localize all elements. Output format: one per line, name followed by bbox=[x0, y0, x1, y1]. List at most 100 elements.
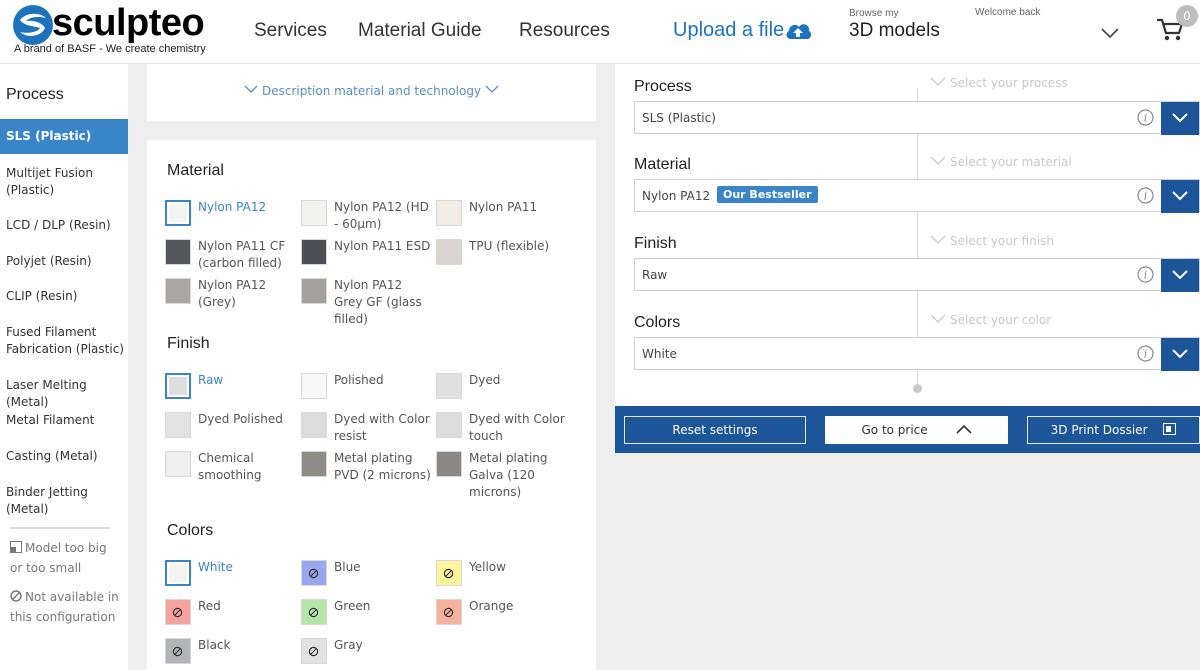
colors-dropdown-button[interactable] bbox=[1161, 338, 1199, 371]
options-card: Material Nylon PA12 Nylon PA12 (HD - 60µ… bbox=[147, 140, 596, 670]
process-item-metal-filament[interactable]: Metal Filament bbox=[0, 412, 128, 429]
info-icon[interactable]: i bbox=[1137, 187, 1154, 204]
process-item-multijet[interactable]: Multijet Fusion (Plastic) bbox=[0, 165, 128, 199]
process-item-lcd-dlp[interactable]: LCD / DLP (Resin) bbox=[0, 217, 128, 234]
not-available-icon bbox=[308, 646, 319, 657]
colors-hint-text: Select your color bbox=[950, 313, 1052, 327]
info-icon[interactable]: i bbox=[1137, 345, 1154, 362]
material-swatch bbox=[436, 200, 462, 226]
nav-material-guide[interactable]: Material Guide bbox=[358, 20, 482, 42]
sidebar-divider bbox=[10, 527, 110, 529]
color-option-label: Black bbox=[198, 638, 231, 652]
process-item-laser-melting[interactable]: Laser Melting (Metal) bbox=[0, 377, 128, 411]
stepper-dot bbox=[913, 384, 922, 393]
material-select[interactable]: Nylon PA12 Our Bestseller i bbox=[634, 179, 1200, 213]
finish-option-label: Metal plating PVD (2 microns) bbox=[334, 451, 431, 482]
process-item-polyjet[interactable]: Polyjet (Resin) bbox=[0, 253, 128, 270]
finish-swatch bbox=[301, 373, 327, 399]
bestseller-badge: Our Bestseller bbox=[717, 186, 818, 203]
svg-text:i: i bbox=[1144, 190, 1148, 203]
colors-select-value: White bbox=[642, 347, 677, 361]
not-available-icon bbox=[172, 646, 183, 657]
chevron-down-icon bbox=[930, 156, 946, 165]
process-hint: Select your process bbox=[930, 76, 1068, 90]
upload-file-link[interactable]: Upload a file bbox=[673, 19, 784, 42]
resize-box-icon bbox=[10, 541, 22, 553]
chevron-down-icon bbox=[930, 77, 946, 86]
material-select-value: Nylon PA12 bbox=[642, 189, 711, 203]
go-to-price-button[interactable]: Go to price bbox=[825, 416, 1008, 444]
color-swatch bbox=[301, 560, 327, 586]
color-option-label: White bbox=[198, 560, 233, 574]
process-item-ffm[interactable]: Fused Filament Fabrication (Plastic) bbox=[0, 324, 128, 358]
nav-services[interactable]: Services bbox=[254, 20, 327, 42]
finish-section-title: Finish bbox=[167, 335, 210, 352]
material-swatch bbox=[436, 239, 462, 265]
not-available-icon bbox=[308, 607, 319, 618]
material-option-label: TPU (flexible) bbox=[469, 239, 550, 253]
print-dossier-label: 3D Print Dossier bbox=[1050, 423, 1148, 437]
cloud-upload-icon[interactable] bbox=[784, 19, 812, 41]
process-item-sls[interactable]: SLS (Plastic) bbox=[0, 119, 128, 154]
print-dossier-button[interactable]: 3D Print Dossier bbox=[1027, 416, 1200, 444]
colors-select[interactable]: White i bbox=[634, 337, 1200, 371]
chevron-down-icon bbox=[1172, 113, 1188, 123]
material-option-label: Nylon PA11 CF (carbon filled) bbox=[198, 239, 286, 270]
finish-option-label: Polished bbox=[334, 373, 384, 387]
colors-hint: Select your color bbox=[930, 313, 1051, 327]
material-dropdown-button[interactable] bbox=[1161, 180, 1199, 213]
material-option-label: Nylon PA12 (Grey) bbox=[198, 278, 267, 309]
color-option-label: Blue bbox=[334, 560, 361, 574]
not-available-icon bbox=[172, 607, 183, 618]
color-swatch bbox=[436, 599, 462, 625]
color-option-label: Red bbox=[198, 599, 221, 613]
color-swatch bbox=[436, 560, 462, 586]
material-section-title: Material bbox=[167, 162, 224, 179]
sculpteo-logo[interactable]: sculpteo A brand of BASF - We create che… bbox=[12, 2, 212, 60]
go-to-price-label: Go to price bbox=[861, 423, 928, 437]
description-card: Description material and technology bbox=[147, 64, 596, 121]
process-select-value: SLS (Plastic) bbox=[642, 111, 716, 125]
material-option-label: Nylon PA11 bbox=[469, 200, 538, 214]
finish-option-label: Dyed bbox=[469, 373, 501, 387]
reset-settings-button[interactable]: Reset settings bbox=[624, 416, 806, 444]
info-icon[interactable]: i bbox=[1137, 109, 1154, 126]
finish-select[interactable]: Raw i bbox=[634, 258, 1200, 292]
finish-swatch bbox=[165, 373, 191, 399]
process-hint-text: Select your process bbox=[950, 76, 1068, 90]
material-hint: Select your material bbox=[930, 155, 1072, 169]
process-item-clip[interactable]: CLIP (Resin) bbox=[0, 288, 128, 305]
info-icon[interactable]: i bbox=[1137, 266, 1154, 283]
finish-hint-text: Select your finish bbox=[950, 234, 1054, 248]
finish-dropdown-button[interactable] bbox=[1161, 259, 1199, 292]
nav-resources[interactable]: Resources bbox=[519, 20, 610, 42]
color-swatch bbox=[165, 560, 191, 586]
my-3d-models-link[interactable]: 3D models bbox=[849, 20, 940, 42]
color-swatch bbox=[165, 638, 191, 664]
not-available-icon bbox=[443, 607, 454, 618]
color-swatch bbox=[165, 599, 191, 625]
process-item-binder-jetting[interactable]: Binder Jetting (Metal) bbox=[0, 484, 128, 518]
legend-not-available: Not available in this configuration bbox=[10, 587, 120, 627]
cart-count-badge: 0 bbox=[1176, 5, 1198, 27]
chevron-up-icon bbox=[955, 424, 972, 434]
material-swatch bbox=[301, 239, 327, 265]
process-sidebar-title: Process bbox=[6, 86, 64, 103]
logo-tagline: A brand of BASF - We create chemistry bbox=[14, 43, 206, 55]
legend-not-available-text: Not available in this configuration bbox=[10, 590, 119, 624]
process-select[interactable]: SLS (Plastic) i bbox=[634, 101, 1200, 135]
configuration-panel: Process Select your process SLS (Plastic… bbox=[615, 64, 1200, 406]
finish-swatch bbox=[165, 412, 191, 438]
legend-too-big: Model too big or too small bbox=[10, 538, 120, 578]
not-available-icon bbox=[443, 568, 454, 579]
color-option-label: Gray bbox=[334, 638, 363, 652]
document-icon bbox=[1163, 423, 1177, 435]
description-toggle[interactable]: Description material and technology bbox=[147, 84, 596, 98]
chevron-down-icon[interactable] bbox=[1100, 26, 1120, 40]
logo-wordmark: sculpteo bbox=[52, 2, 205, 44]
finish-swatch bbox=[436, 451, 462, 477]
browse-my-label: Browse my bbox=[849, 8, 899, 19]
process-dropdown-button[interactable] bbox=[1161, 102, 1199, 135]
process-item-casting[interactable]: Casting (Metal) bbox=[0, 448, 128, 465]
svg-text:i: i bbox=[1144, 269, 1148, 282]
